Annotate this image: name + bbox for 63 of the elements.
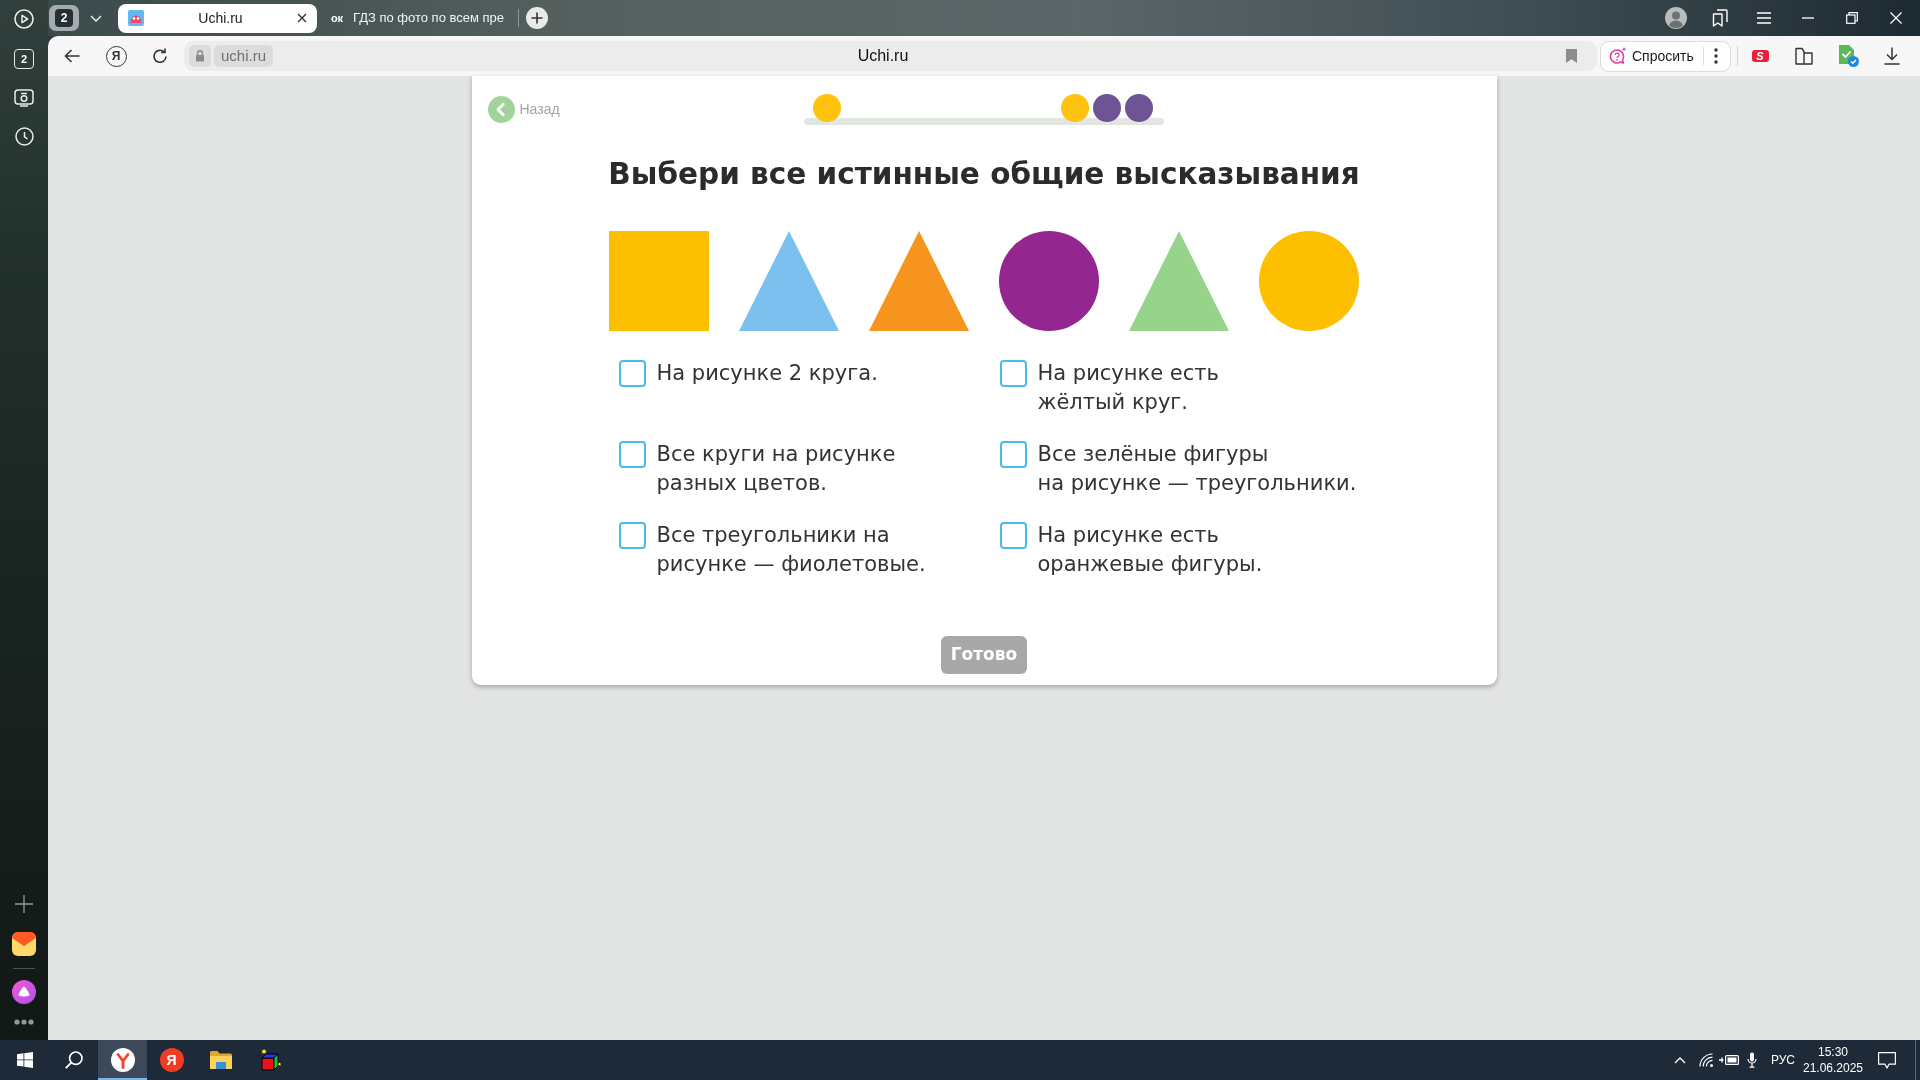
clock-date[interactable]: 21.06.2025 xyxy=(1802,1060,1864,1076)
notification-icon[interactable] xyxy=(1878,1051,1896,1069)
wifi-icon[interactable] xyxy=(1698,1053,1714,1067)
menu-icon[interactable] xyxy=(1757,12,1771,24)
answer-option[interactable]: Все круги на рисунке разных цветов. xyxy=(656,440,896,498)
tab-group-counter: 2 xyxy=(55,9,73,27)
close-icon[interactable] xyxy=(297,13,307,23)
panel-icon[interactable] xyxy=(1795,47,1813,65)
checkbox[interactable] xyxy=(618,360,646,387)
browser-tab[interactable]: Uchi.ru xyxy=(118,3,317,33)
page-title: Uchi.ru xyxy=(857,46,909,66)
answer-option[interactable]: На рисунке 2 круга. xyxy=(656,359,878,388)
plus-icon[interactable] xyxy=(15,895,33,913)
tab-counter[interactable]: 2 xyxy=(14,49,34,69)
download-icon[interactable] xyxy=(1884,47,1900,65)
battery-icon[interactable] xyxy=(1719,1055,1739,1065)
clock-time[interactable]: 15:30 xyxy=(1818,1044,1848,1060)
chevron-left-icon xyxy=(487,96,515,123)
language-indicator[interactable]: РУС xyxy=(1768,1051,1798,1069)
microphone-icon[interactable] xyxy=(1747,1052,1757,1068)
mail-icon[interactable] xyxy=(12,932,36,956)
lock-icon xyxy=(189,45,211,67)
clock-icon[interactable] xyxy=(14,127,34,146)
camera-icon[interactable] xyxy=(14,89,34,107)
answer-option[interactable]: На рисунке есть жёлтый круг. xyxy=(1037,359,1219,417)
checkbox[interactable] xyxy=(999,522,1027,549)
folder-icon xyxy=(209,1051,232,1069)
plus-icon[interactable] xyxy=(526,7,549,29)
tab-group-button[interactable]: 2 xyxy=(49,5,79,31)
more-icon[interactable] xyxy=(14,1019,34,1025)
browser-tab[interactable]: ок ГДЗ по фото по всем пре xyxy=(319,3,515,33)
checkbox[interactable] xyxy=(999,360,1027,387)
browser-icon xyxy=(110,1048,135,1072)
extension-button[interactable]: S xyxy=(1751,50,1769,62)
more-icon[interactable] xyxy=(1713,48,1718,64)
check-badge-icon[interactable] xyxy=(1837,45,1859,67)
play-icon[interactable] xyxy=(14,9,34,29)
bookmark-icon[interactable] xyxy=(1566,49,1577,63)
checkbox[interactable] xyxy=(999,441,1027,468)
chevron-down-icon[interactable] xyxy=(90,14,102,22)
taskbar-button[interactable]: Я xyxy=(147,1040,196,1080)
taskbar-button[interactable] xyxy=(98,1040,147,1080)
restore-icon[interactable] xyxy=(1846,12,1858,24)
site-favicon-icon xyxy=(128,10,144,26)
bookmarks-icon[interactable] xyxy=(1712,9,1728,27)
windows-icon[interactable] xyxy=(16,1052,33,1068)
chevron-up-icon[interactable] xyxy=(1674,1056,1686,1064)
app-logo: Я xyxy=(159,1048,184,1072)
address-bar[interactable]: uchi.ru Uchi.ru xyxy=(184,41,1597,71)
search-icon[interactable] xyxy=(64,1051,83,1069)
answer-option[interactable]: Все треугольники на рисунке — фиолетовые. xyxy=(656,521,926,579)
site-favicon: ок xyxy=(329,10,345,26)
answer-option[interactable]: Все зелёные фигуры на рисунке — треугольники. xyxy=(1037,440,1357,498)
checkbox[interactable] xyxy=(618,441,646,468)
site-domain: uchi.ru xyxy=(214,45,274,67)
chat-bubble-icon xyxy=(1609,47,1627,65)
answer-option[interactable]: На рисунке есть оранжевые фигуры. xyxy=(1037,521,1263,579)
task-title: Выбери все истинные общие высказывания xyxy=(607,156,1361,193)
avatar-icon[interactable] xyxy=(1665,7,1687,29)
reload-icon[interactable] xyxy=(152,48,168,64)
back-arrow-icon[interactable] xyxy=(64,49,80,63)
ask-button[interactable]: Спросить xyxy=(1609,45,1694,67)
checkbox[interactable] xyxy=(618,522,646,549)
